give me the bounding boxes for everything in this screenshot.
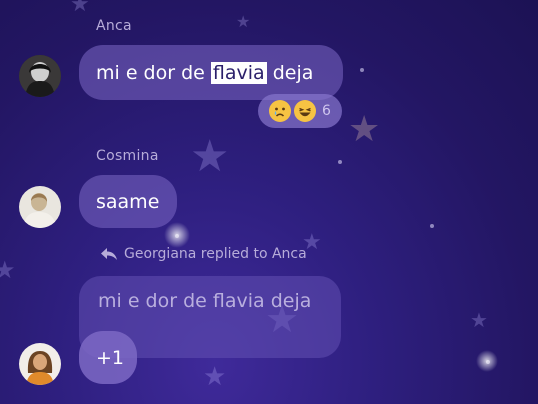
message-text: mi e dor de	[96, 61, 211, 84]
sender-name: Cosmina	[96, 148, 159, 164]
message-bubble[interactable]: mi e dor de flavia deja	[79, 45, 343, 100]
star-icon: ★	[348, 109, 381, 150]
star-icon: ★	[0, 256, 16, 284]
star-icon: ★	[470, 308, 488, 332]
laughing-face-icon	[294, 100, 317, 122]
message-text: +1	[96, 346, 125, 369]
highlighted-text: flavia	[210, 61, 267, 84]
sparkle	[360, 68, 364, 72]
quoted-text: mi e dor de flavia deja	[98, 290, 312, 312]
reactions-badge[interactable]: 6	[258, 94, 342, 128]
avatar-photo-icon	[19, 343, 61, 385]
star-icon: ★	[70, 0, 90, 17]
avatar[interactable]	[19, 343, 61, 385]
avatar[interactable]	[19, 186, 61, 228]
sparkle	[164, 222, 190, 248]
crying-face-icon	[269, 100, 292, 122]
reply-arrow-icon	[101, 248, 117, 260]
avatar[interactable]	[19, 55, 61, 97]
message-bubble[interactable]: saame	[79, 175, 177, 228]
message-text: saame	[96, 190, 160, 213]
reaction-count: 6	[322, 103, 331, 119]
star-icon: ★	[203, 362, 227, 392]
reply-label-text: Georgiana replied to Anca	[124, 246, 307, 262]
avatar-photo-icon	[19, 186, 61, 228]
avatar-photo-icon	[19, 55, 61, 97]
star-icon: ★	[190, 131, 230, 182]
sparkle	[476, 350, 498, 372]
reply-label: Georgiana replied to Anca	[100, 246, 307, 262]
sparkle	[430, 224, 434, 228]
sender-name: Anca	[96, 18, 132, 34]
message-bubble[interactable]: +1	[79, 331, 137, 384]
message-text: deja	[266, 61, 314, 84]
star-icon: ★	[236, 12, 251, 31]
sparkle	[338, 160, 342, 164]
